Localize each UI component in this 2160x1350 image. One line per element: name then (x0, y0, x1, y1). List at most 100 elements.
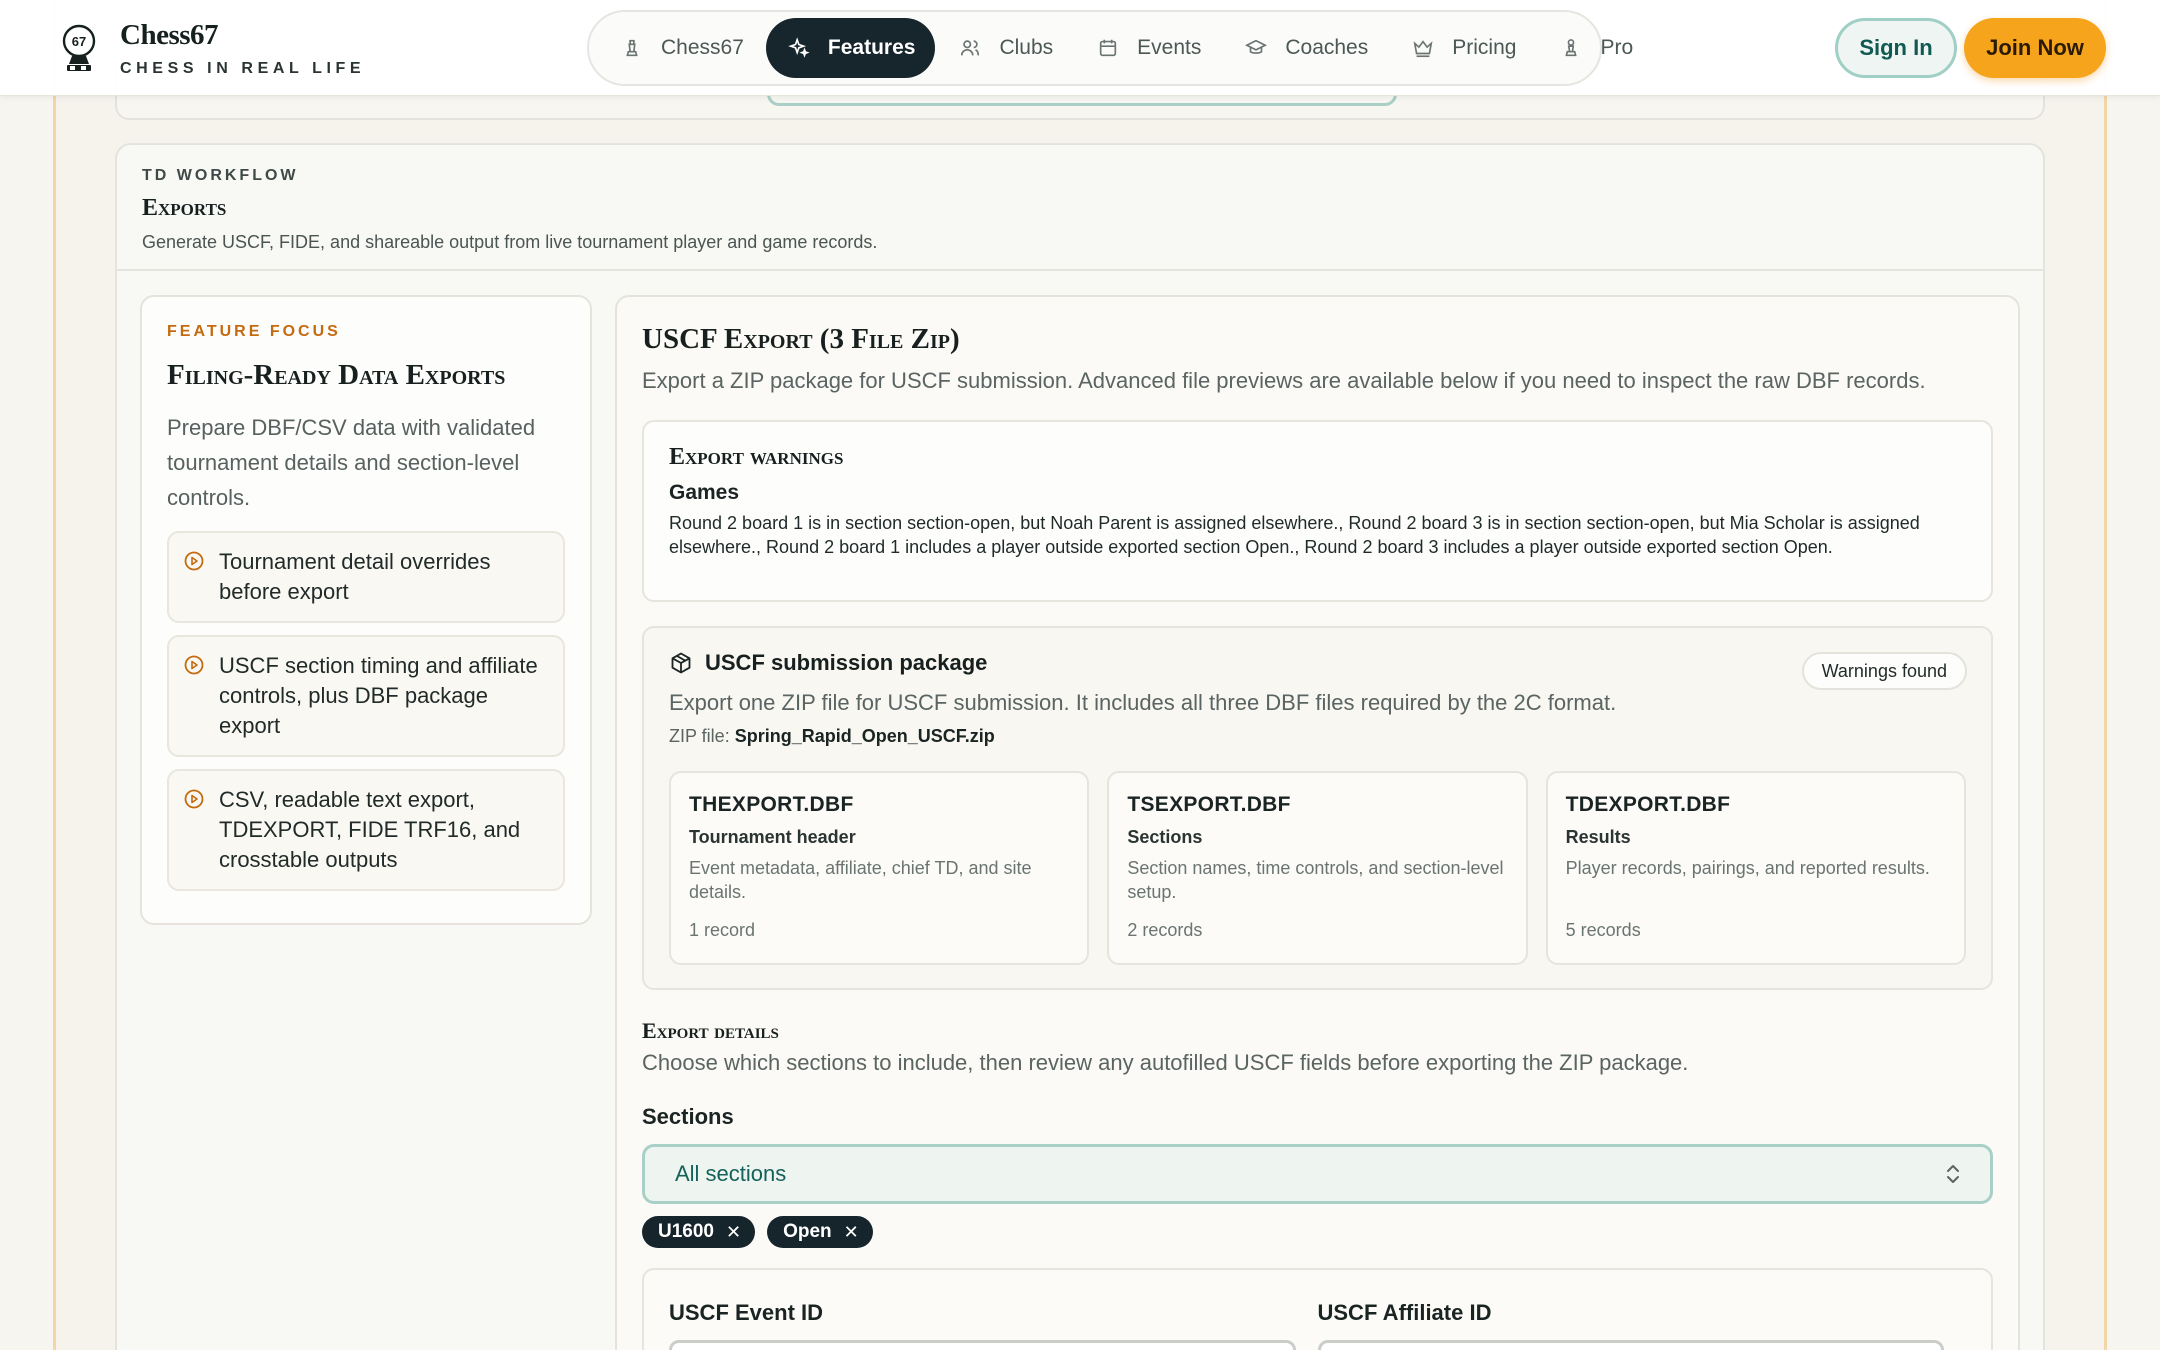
sparkle-icon (786, 35, 812, 61)
brand-name: Chess67 (120, 19, 219, 51)
file-label: Results (1565, 827, 1631, 847)
pawn-icon (1558, 35, 1584, 61)
panel-title: USCF Export (3 File Zip) (642, 323, 960, 355)
play-circle-icon (184, 551, 204, 571)
sections-select-value: All sections (675, 1161, 787, 1186)
graduation-cap-icon (1243, 35, 1269, 61)
nav-label: Chess67 (661, 36, 744, 59)
export-warnings: Export warnings Games Round 2 board 1 is… (642, 420, 1993, 602)
main-nav: Chess67 Features Clubs Events Coaches Pr… (587, 10, 1633, 86)
nav-label: Pricing (1452, 36, 1517, 59)
file-record-count: 2 records (1127, 920, 1203, 940)
package-title: USCF submission package (705, 650, 988, 675)
file-card-tsexport[interactable]: TSEXPORT.DBF Sections Section names, tim… (1107, 771, 1528, 965)
section-chip-open[interactable]: Open ✕ (767, 1216, 873, 1248)
section-chip-u1600[interactable]: U1600 ✕ (642, 1216, 756, 1248)
workflow-title: Exports (142, 195, 227, 221)
pawn-icon (619, 35, 645, 61)
file-record-count: 5 records (1565, 920, 1641, 940)
warnings-found-badge: Warnings found (1801, 652, 1967, 690)
uscf-submission-package: USCF submission package Warnings found E… (642, 626, 1993, 990)
focus-item: USCF section timing and affiliate contro… (167, 635, 565, 757)
workflow-header: TD WORKFLOW Exports Generate USCF, FIDE,… (117, 145, 2043, 271)
file-label: Tournament header (689, 827, 856, 847)
join-now-button[interactable]: Join Now (1964, 18, 2106, 78)
remove-chip-icon[interactable]: ✕ (726, 1222, 741, 1243)
focus-kicker: FEATURE FOCUS (167, 323, 341, 340)
nav-label: Clubs (999, 36, 1054, 59)
brand-tagline: CHESS IN REAL LIFE (120, 60, 366, 77)
play-circle-icon (184, 655, 204, 675)
warnings-category: Games (669, 481, 740, 504)
panel-subtitle: Export a ZIP package for USCF submission… (642, 368, 1926, 393)
nav-item-coaches[interactable]: Coaches (1223, 18, 1388, 78)
play-circle-icon (184, 789, 204, 809)
file-description: Player records, pairings, and reported r… (1565, 858, 1930, 878)
users-icon (957, 35, 983, 61)
uscf-id-fields: USCF Event ID USCF Affiliate ID (642, 1268, 1993, 1350)
selected-sections: U1600 ✕ Open ✕ (642, 1216, 1993, 1248)
focus-item-text: Tournament detail overrides before expor… (219, 549, 491, 604)
file-name: TSEXPORT.DBF (1127, 793, 1291, 816)
nav-item-chess67[interactable]: Chess67 (599, 18, 764, 78)
zip-label: ZIP file: (669, 726, 730, 746)
zip-filename: Spring_Rapid_Open_USCF.zip (734, 726, 995, 746)
nav-label: Pro (1600, 36, 1634, 59)
nav-label: Coaches (1285, 36, 1369, 59)
sections-select[interactable]: All sections (642, 1144, 1993, 1204)
file-card-tdexport[interactable]: TDEXPORT.DBF Results Player records, pai… (1545, 771, 1966, 965)
dbf-file-list: THEXPORT.DBF Tournament header Event met… (669, 771, 1966, 965)
focus-item-text: USCF section timing and affiliate contro… (219, 653, 538, 738)
chess67-logo-icon: 67 (62, 24, 96, 71)
nav-label: Features (827, 36, 916, 59)
focus-title: Filing-Ready Data Exports (167, 359, 506, 391)
file-name: THEXPORT.DBF (689, 793, 854, 816)
affiliate-id-label: USCF Affiliate ID (1317, 1300, 1492, 1325)
nav-item-events[interactable]: Events (1075, 18, 1221, 78)
chip-label: Open (783, 1221, 832, 1242)
warnings-title: Export warnings (669, 444, 844, 470)
nav-item-pricing[interactable]: Pricing (1390, 18, 1536, 78)
crown-icon (1410, 35, 1436, 61)
workflow-kicker: TD WORKFLOW (142, 167, 299, 184)
package-description: Export one ZIP file for USCF submission.… (669, 690, 1617, 715)
file-name: TDEXPORT.DBF (1565, 793, 1731, 816)
event-id-label: USCF Event ID (669, 1300, 824, 1325)
calendar-icon (1095, 35, 1121, 61)
file-card-thexport[interactable]: THEXPORT.DBF Tournament header Event met… (669, 771, 1090, 965)
focus-list: Tournament detail overrides before expor… (167, 531, 565, 891)
nav-item-clubs[interactable]: Clubs (937, 18, 1073, 78)
event-id-input[interactable] (669, 1340, 1296, 1350)
package-header: USCF submission package (669, 650, 1966, 676)
affiliate-id-group: USCF Affiliate ID (1317, 1300, 1944, 1350)
export-details: Export details Choose which sections to … (642, 1018, 1993, 1350)
nav-item-features[interactable]: Features (765, 18, 936, 78)
warnings-text: Round 2 board 1 is in section section-op… (669, 513, 1920, 557)
top-navigation: 67 Chess67 CHESS IN REAL LIFE Chess67 Fe… (0, 0, 2160, 96)
affiliate-id-input[interactable] (1317, 1340, 1944, 1350)
focus-item: CSV, readable text export, TDEXPORT, FID… (167, 769, 565, 891)
file-description: Section names, time controls, and sectio… (1127, 858, 1504, 902)
package-box-icon (671, 652, 691, 674)
brand[interactable]: 67 Chess67 CHESS IN REAL LIFE (60, 20, 365, 78)
sections-label: Sections (642, 1104, 734, 1129)
event-id-group: USCF Event ID (669, 1300, 1296, 1350)
chip-label: U1600 (658, 1221, 714, 1242)
remove-chip-icon[interactable]: ✕ (844, 1222, 859, 1243)
sign-in-button[interactable]: Sign In (1835, 18, 1957, 78)
feature-focus-panel: FEATURE FOCUS Filing-Ready Data Exports … (140, 295, 592, 925)
zip-file-info: ZIP file: Spring_Rapid_Open_USCF.zip (669, 726, 1966, 747)
focus-item-text: CSV, readable text export, TDEXPORT, FID… (219, 787, 521, 872)
workflow-description: Generate USCF, FIDE, and shareable outpu… (142, 232, 878, 252)
file-record-count: 1 record (689, 920, 756, 940)
file-label: Sections (1127, 827, 1203, 847)
details-subtitle: Choose which sections to include, then r… (642, 1050, 1689, 1075)
logo-text: 67 (72, 34, 86, 49)
uscf-export-panel: USCF Export (3 File Zip) Export a ZIP pa… (615, 295, 2020, 1350)
nav-item-pro[interactable]: Pro (1538, 18, 1653, 78)
file-description: Event metadata, affiliate, chief TD, and… (689, 858, 1032, 902)
details-title: Export details (642, 1018, 779, 1043)
chevron-up-down-icon (1947, 1165, 1959, 1183)
focus-item: Tournament detail overrides before expor… (167, 531, 565, 623)
focus-description: Prepare DBF/CSV data with validated tour… (167, 415, 536, 510)
